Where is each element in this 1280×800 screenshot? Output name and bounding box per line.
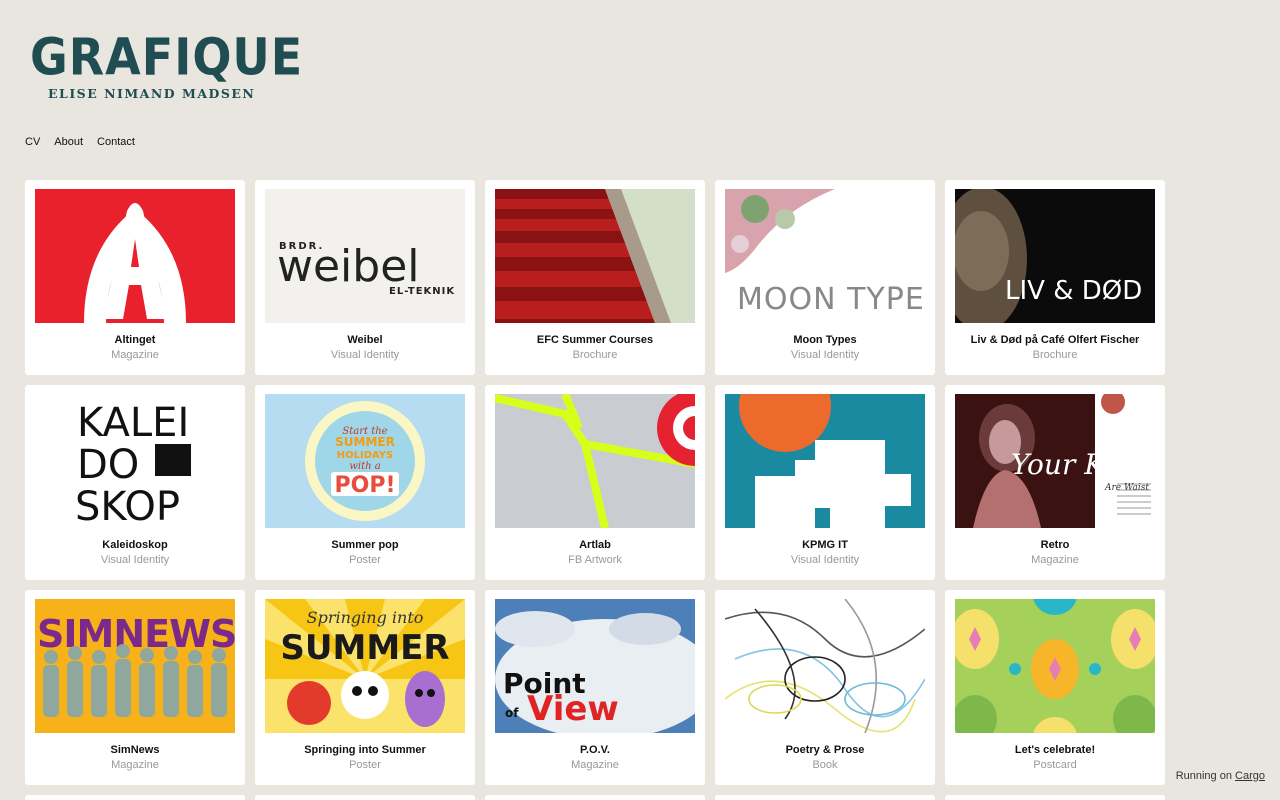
- project-thumbnail: LIV & DØD: [955, 189, 1155, 323]
- thumb-text: EL-TEKNIK: [389, 286, 455, 297]
- thumb-text: DO: [77, 442, 139, 488]
- project-card-artlab[interactable]: Artlab FB Artwork: [485, 385, 705, 580]
- thumb-text: Your Kisses: [1011, 448, 1155, 481]
- thumb-text: SUMMER: [280, 628, 449, 668]
- thumb-text: of: [505, 706, 519, 720]
- logo-title: GRAFIQUE: [30, 27, 304, 87]
- project-card-springing-into-summer[interactable]: Springing into SUMMER Springing into Sum…: [255, 590, 475, 785]
- project-category: Book: [812, 759, 838, 771]
- project-thumbnail: Point of View: [495, 599, 695, 733]
- project-grid-next-row: [25, 795, 1165, 800]
- project-thumbnail: Start the SUMMER HOLIDAYS with a POP!: [265, 394, 465, 528]
- project-category: Magazine: [111, 759, 159, 771]
- project-card-partial[interactable]: [715, 795, 935, 800]
- thumb-text: weibel: [277, 241, 420, 292]
- project-thumbnail: MOON TYPES: [725, 189, 925, 323]
- project-thumbnail: [955, 599, 1155, 733]
- project-category: Visual Identity: [330, 349, 400, 361]
- project-thumbnail: [725, 599, 925, 733]
- project-card-simnews[interactable]: SIMNEWS SimNews Magazine: [25, 590, 245, 785]
- project-title: Liv & Død på Café Olfert Fischer: [970, 334, 1140, 346]
- footer-text: Running on: [1175, 770, 1232, 782]
- project-thumbnail: BRDR. weibel EL-TEKNIK: [265, 189, 465, 323]
- project-thumbnail: SIMNEWS: [35, 599, 235, 733]
- project-card-summer-pop[interactable]: Start the SUMMER HOLIDAYS with a POP! Su…: [255, 385, 475, 580]
- project-title: Artlab: [579, 539, 611, 551]
- project-title: Kaleidoskop: [102, 539, 168, 551]
- svg-text:SIMNEWS: SIMNEWS: [37, 612, 235, 656]
- thumb-text: Springing into: [307, 608, 424, 627]
- project-thumbnail: [725, 394, 925, 528]
- project-title: Altinget: [114, 334, 156, 346]
- project-grid: Altinget Magazine BRDR. weibel EL-TEKNIK…: [25, 180, 1165, 785]
- project-title: Poetry & Prose: [785, 744, 865, 756]
- footer-credit: Running on Cargo: [1176, 770, 1265, 782]
- project-card-moon-types[interactable]: MOON TYPES Moon Types Visual Identity: [715, 180, 935, 375]
- project-thumbnail: Your Kisses Are Waist: [955, 394, 1155, 528]
- project-thumbnail: [495, 394, 695, 528]
- project-card-efc-summer-courses[interactable]: EFC Summer Courses Brochure: [485, 180, 705, 375]
- site-logo[interactable]: GRAFIQUE ELISE NIMAND MADSEN: [30, 26, 304, 104]
- thumb-text: SUMMER: [335, 435, 395, 449]
- thumb-text: KALEI: [77, 400, 189, 446]
- project-thumbnail: KALEI DO SKOP: [35, 394, 235, 528]
- project-card-retro[interactable]: Your Kisses Are Waist Retro Magazine: [945, 385, 1165, 580]
- project-title: Summer pop: [331, 539, 399, 551]
- project-card-lets-celebrate[interactable]: Let's celebrate! Postcard: [945, 590, 1165, 785]
- project-category: Magazine: [1031, 554, 1079, 566]
- project-title: Weibel: [347, 334, 383, 346]
- project-category: Magazine: [111, 349, 159, 361]
- project-title: P.O.V.: [580, 744, 610, 756]
- project-category: Magazine: [571, 759, 619, 771]
- project-thumbnail: [495, 189, 695, 323]
- project-card-weibel[interactable]: BRDR. weibel EL-TEKNIK Weibel Visual Ide…: [255, 180, 475, 375]
- cargo-link[interactable]: Cargo: [1235, 770, 1265, 782]
- project-category: Visual Identity: [790, 554, 860, 566]
- thumb-text: Are Waist: [1104, 483, 1149, 493]
- project-thumbnail: Springing into SUMMER: [265, 599, 465, 733]
- project-title: Springing into Summer: [304, 744, 426, 756]
- project-title: KPMG IT: [802, 539, 848, 551]
- nav-link-contact[interactable]: Contact: [97, 136, 135, 148]
- project-category: Brochure: [572, 349, 618, 361]
- project-card-kaleidoskop[interactable]: KALEI DO SKOP Kaleidoskop Visual Identit…: [25, 385, 245, 580]
- project-category: Poster: [349, 554, 381, 566]
- project-title: Moon Types: [793, 334, 857, 346]
- project-category: Visual Identity: [790, 349, 860, 361]
- project-category: Brochure: [1032, 349, 1078, 361]
- project-category: Postcard: [1033, 759, 1077, 771]
- project-card-poetry-and-prose[interactable]: Poetry & Prose Book: [715, 590, 935, 785]
- project-title: EFC Summer Courses: [536, 334, 654, 346]
- thumb-text: View: [527, 689, 619, 729]
- project-card-kpmg-it[interactable]: KPMG IT Visual Identity: [715, 385, 935, 580]
- project-category: Visual Identity: [100, 554, 170, 566]
- thumb-text: MOON TYPES: [737, 282, 925, 317]
- thumb-text: SKOP: [75, 484, 180, 528]
- project-card-liv-og-doed[interactable]: LIV & DØD Liv & Død på Café Olfert Fisch…: [945, 180, 1165, 375]
- nav-link-cv[interactable]: CV: [25, 136, 40, 148]
- thumb-text: LIV & DØD: [1005, 276, 1142, 306]
- project-thumbnail: [35, 189, 235, 323]
- nav-link-about[interactable]: About: [54, 136, 83, 148]
- project-card-partial[interactable]: [25, 795, 245, 800]
- project-category: FB Artwork: [568, 554, 622, 566]
- thumb-text: with a: [349, 461, 380, 472]
- project-title: Retro: [1040, 539, 1070, 551]
- project-title: Let's celebrate!: [1014, 744, 1096, 756]
- thumb-text: POP!: [335, 473, 396, 498]
- logo-subtitle: ELISE NIMAND MADSEN: [48, 86, 256, 101]
- project-card-partial[interactable]: [485, 795, 705, 800]
- thumb-text: HOLIDAYS: [337, 450, 394, 461]
- project-card-pov[interactable]: Point of View P.O.V. Magazine: [485, 590, 705, 785]
- project-card-partial[interactable]: [255, 795, 475, 800]
- project-title: SimNews: [110, 744, 160, 756]
- project-card-partial[interactable]: [945, 795, 1165, 800]
- project-category: Poster: [349, 759, 381, 771]
- project-card-altinget[interactable]: Altinget Magazine: [25, 180, 245, 375]
- main-nav: CV About Contact: [25, 136, 135, 148]
